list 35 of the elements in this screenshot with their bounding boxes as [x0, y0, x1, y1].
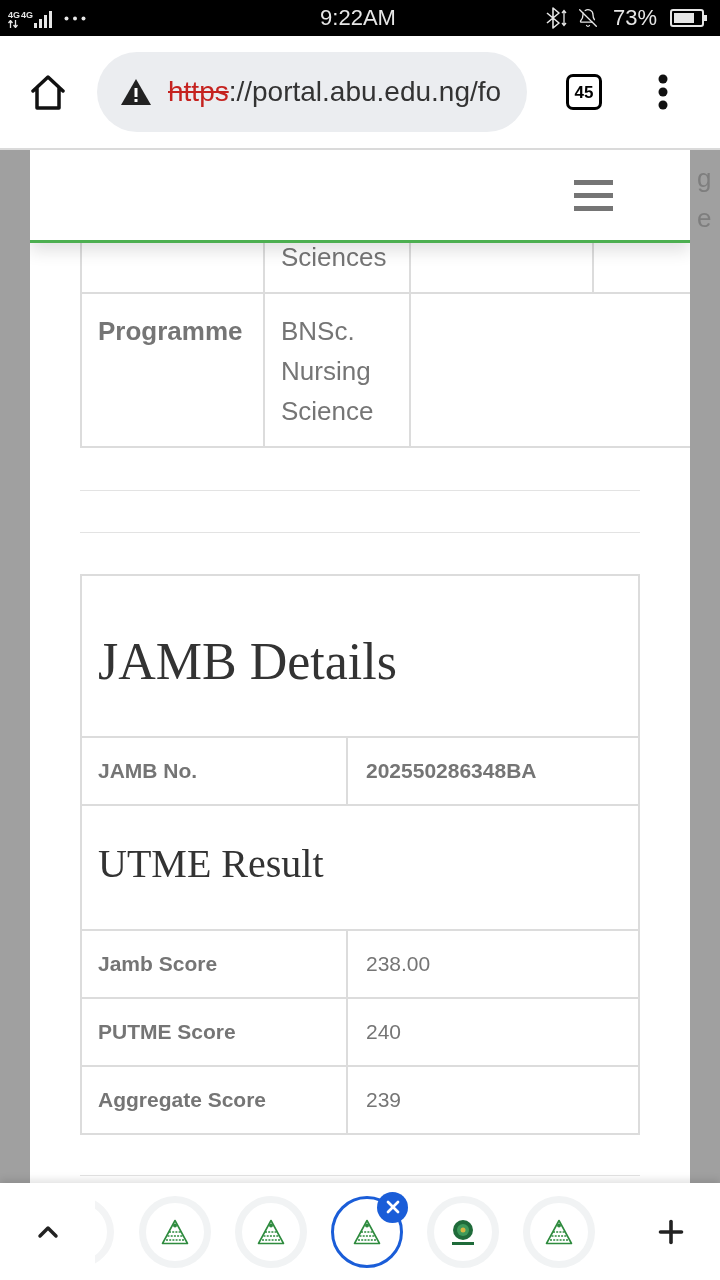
row-header-cell-text: Aggregate Score: [98, 1087, 267, 1114]
menu-icon: [574, 179, 613, 211]
more-icon: [658, 74, 668, 110]
table-cell: BNSc. Nursing Science: [281, 316, 374, 426]
clock-time: 9:22AM: [320, 5, 396, 31]
bell-off-icon: [577, 8, 598, 28]
row-header-cell: Programme: [98, 316, 243, 346]
round-crest-icon: [449, 1217, 477, 1246]
section-title: JAMB Details: [98, 633, 398, 690]
battery-percent: 73%: [612, 5, 657, 31]
dots-icon: [64, 15, 87, 21]
home-icon: [30, 74, 66, 110]
table-cell-text: Sciences: [281, 241, 387, 274]
triangle-crest-icon: [545, 1218, 573, 1245]
signal-bars-icon: [34, 11, 53, 28]
address-bar[interactable]: https://portal.abu.edu.ng/fo: [97, 52, 527, 132]
tab-switcher-button[interactable]: 45: [566, 74, 602, 110]
section-subtitle: UTME Result: [98, 842, 325, 886]
battery-icon: [670, 9, 708, 27]
menu-button[interactable]: [574, 179, 613, 211]
triangle-crest-icon: [353, 1218, 381, 1245]
table-cell-text: 239: [366, 1087, 402, 1114]
close-tab-button[interactable]: [377, 1191, 408, 1223]
data-arrows-icon: [8, 20, 18, 28]
row-header-cell-text: PUTME Score: [98, 1019, 236, 1046]
row-header-cell-text: Jamb Score: [98, 951, 218, 978]
triangle-crest-icon: [161, 1218, 189, 1245]
triangle-crest-icon: [257, 1218, 285, 1245]
table-cell-text: 202550286348BA: [366, 758, 537, 785]
network-type-label: 4G: [21, 10, 34, 20]
table-cell-text: 240: [366, 1019, 402, 1046]
table-cell-text: 238.00: [366, 951, 431, 978]
row-header-cell-text: JAMB No.: [98, 758, 198, 785]
bluetooth-icon: [544, 7, 568, 29]
network-type-label: 4G: [8, 10, 20, 20]
